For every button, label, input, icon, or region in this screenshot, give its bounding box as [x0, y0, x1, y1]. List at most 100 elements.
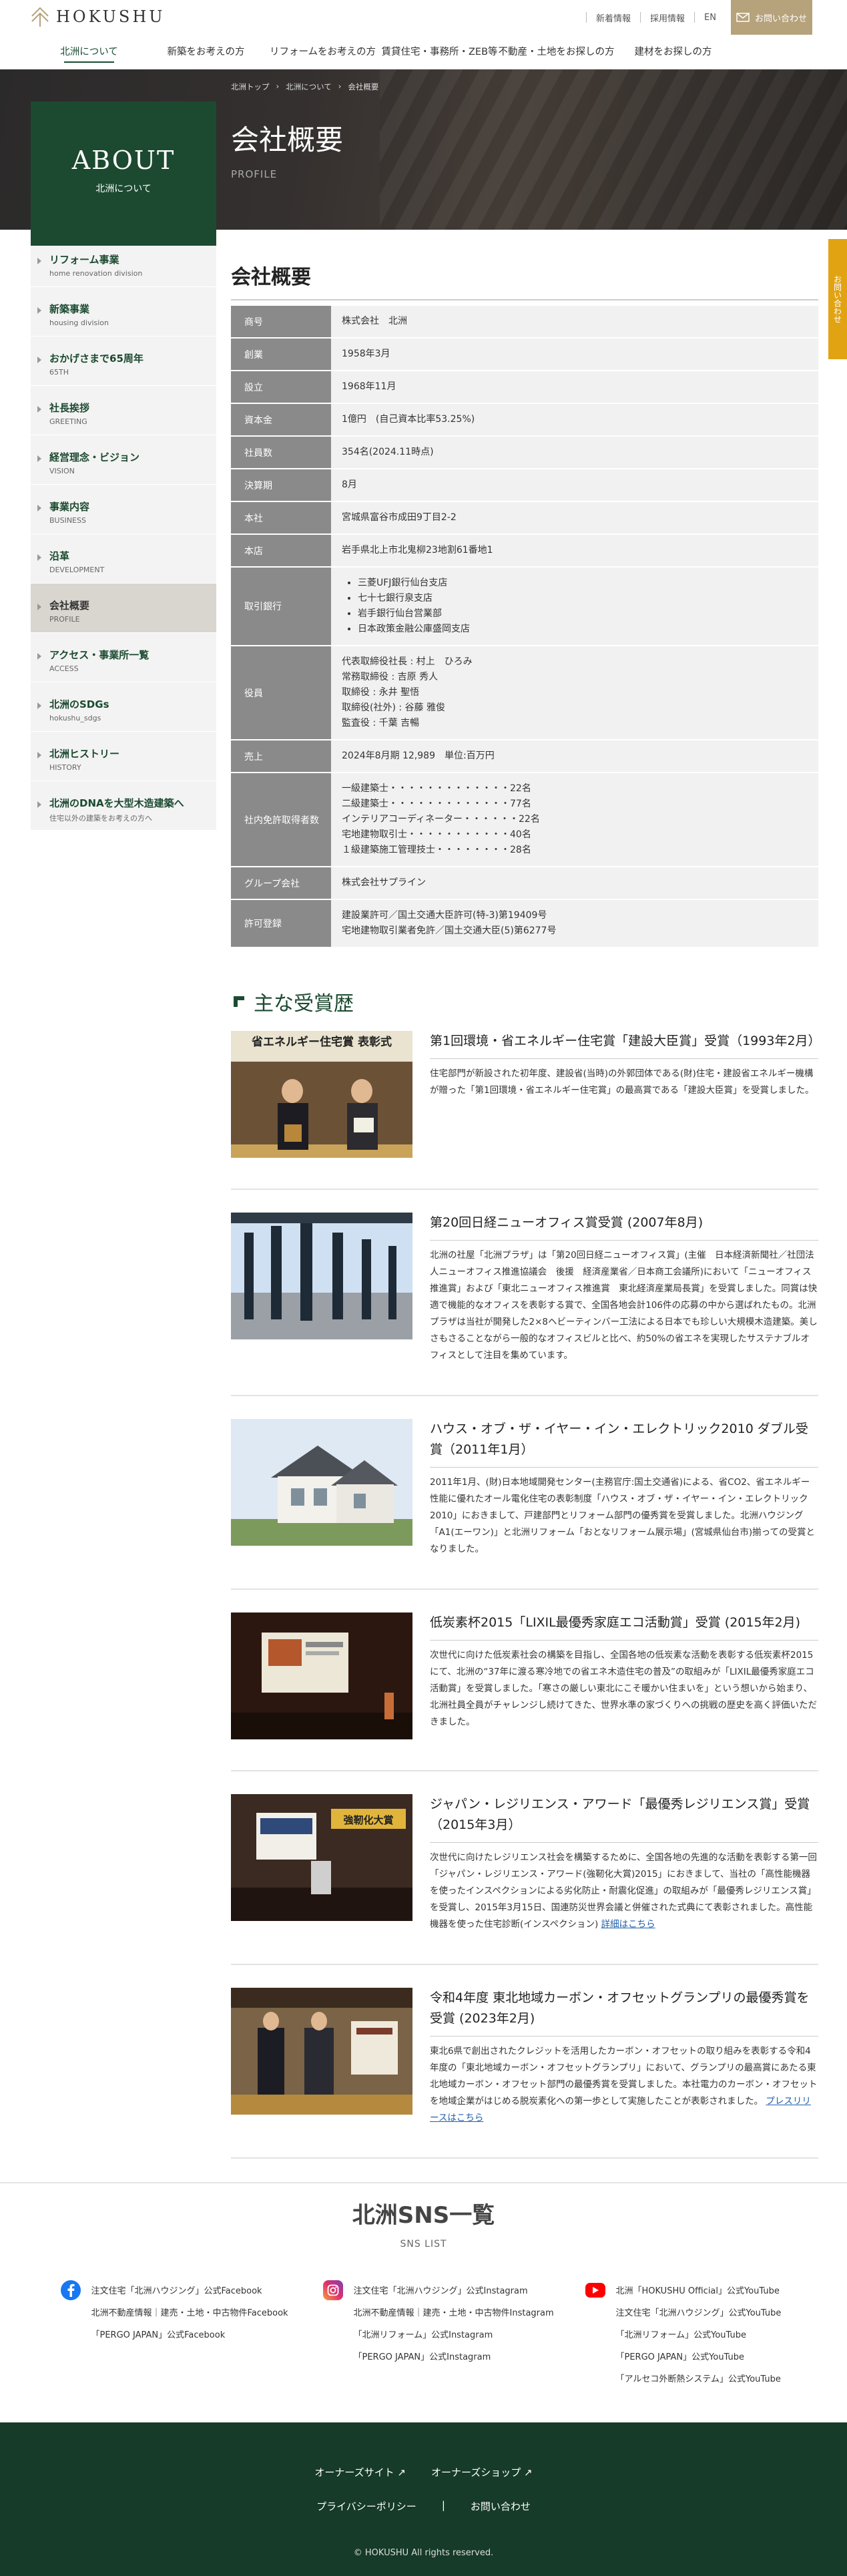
cell-value: 2024年8月期 12,989 単位:百万円 [342, 750, 495, 761]
awards-heading-wrap: 主な受賞歴 [231, 987, 818, 1016]
gnav-reform[interactable]: リフォームをお考えの方 [264, 35, 381, 69]
about-ja: 北洲について [95, 184, 152, 194]
breadcrumb-about[interactable]: 北洲について [286, 81, 332, 92]
row-label: 売上 [231, 740, 331, 773]
sidebar-item-label: 経営理念・ビジョン [49, 451, 140, 463]
photo-caption: 強靭化大賞 [343, 1814, 393, 1826]
awards-list: 省エネルギー住宅賞 表彰式 第1回環境・省エネルギー住宅賞「建設大臣賞」受賞（1… [231, 1031, 826, 2159]
cell-line: 取締役 : 永井 聖悟 [342, 687, 420, 698]
sidebar-item[interactable]: 北洲のSDGs hokushu_sdgs [31, 682, 216, 732]
site-footer: オーナーズサイト ↗ オーナーズショップ ↗ プライバシーポリシー | お問い合… [0, 2422, 847, 2576]
award-body: 第20回日経ニューオフィス賞受賞 (2007年8月) 北洲の社屋「北洲プラザ」は… [430, 1213, 818, 1364]
sidebar-item-label: 北洲ヒストリー [49, 748, 120, 760]
row-label: 設立 [231, 371, 331, 404]
cell-line: 建設業許可／国土交通大臣許可(特-3)第19409号 [342, 910, 547, 921]
row-value: 2024年8月期 12,989 単位:百万円 [331, 740, 818, 773]
award-description: 次世代に向けた低炭素社会の構築を目指し、全国各地の低炭素な活動を表彰する低炭素杯… [430, 1650, 817, 1727]
instagram-link[interactable]: 「PERGO JAPAN」公式Instagram [354, 2346, 554, 2368]
award-description: 住宅部門が新設された初年度、建設省(当時)の外郭団体である(財)住宅・建設省エネ… [430, 1068, 814, 1096]
award-photo: 強靭化大賞 [231, 1794, 412, 1921]
english-link[interactable]: EN [704, 13, 716, 23]
instagram-link[interactable]: 注文住宅「北洲ハウジング」公式Instagram [354, 2280, 554, 2302]
youtube-link[interactable]: 「北洲リフォーム」公式YouTube [616, 2324, 782, 2346]
breadcrumb-home[interactable]: 北洲トップ [231, 81, 270, 92]
facebook-link[interactable]: 注文住宅「北洲ハウジング」公式Facebook [91, 2280, 288, 2302]
sidebar-item[interactable]: 新築事業 housing division [31, 287, 216, 337]
row-value: 8月 [331, 469, 818, 502]
copyright: © HOKUSHU All rights reserved. [353, 2548, 494, 2558]
breadcrumb: 北洲トップ › 北洲について › 会社概要 [231, 81, 378, 92]
recruit-link[interactable]: 採用情報 [650, 11, 685, 24]
gnav-about[interactable]: 北洲について [31, 35, 148, 69]
table-row: 本店 岩手県北上市北鬼柳23地割61番地1 [231, 534, 818, 568]
external-link-icon: ↗ [397, 2466, 406, 2479]
sidebar-item[interactable]: アクセス・事業所一覧 ACCESS [31, 633, 216, 682]
gnav-rental[interactable]: 賃貸住宅・事務所・ZEB等 [381, 35, 498, 69]
youtube-link[interactable]: 注文住宅「北洲ハウジング」公式YouTube [616, 2302, 782, 2324]
sidebar-item-sublabel: home renovation division [49, 269, 143, 278]
sidebar-item[interactable]: 経営理念・ビジョン VISION [31, 435, 216, 485]
sidebar-item[interactable]: 社長挨拶 GREETING [31, 386, 216, 435]
award-item: 低炭素杯2015「LIXIL最優秀家庭エコ活動賞」受賞 (2015年2月) 次世… [231, 1613, 818, 1771]
row-label: 資本金 [231, 403, 331, 437]
youtube-link[interactable]: 「アルセコ外断熱システム」公式YouTube [616, 2368, 782, 2390]
row-label: 取引銀行 [231, 567, 331, 646]
privacy-policy-link[interactable]: プライバシーポリシー [316, 2499, 416, 2513]
row-value: 一級建築士・・・・・・・・・・・・・22名 二級建築士・・・・・・・・・・・・・7… [331, 773, 818, 867]
sidebar-item-label: リフォーム事業 [49, 254, 119, 266]
list-item: 日本政策金融公庫盛岡支店 [358, 622, 808, 637]
sidebar-item-sublabel: VISION [49, 467, 75, 475]
sidebar-item[interactable]: 会社概要 PROFILE [31, 584, 216, 633]
sidebar-item[interactable]: 北洲ヒストリー HISTORY [31, 732, 216, 781]
gnav-real-estate[interactable]: 不動産・土地をお探しの方 [498, 35, 615, 69]
sidebar-item-sublabel: HISTORY [49, 763, 81, 772]
sns-section: 北洲SNS一覧 SNS LIST 注文住宅「北洲ハウジング」公式Facebook… [0, 2197, 847, 2390]
sidebar-item-sublabel: GREETING [49, 417, 87, 426]
sidebar-item[interactable]: おかげさまで65周年 65TH [31, 337, 216, 386]
instagram-link[interactable]: 北洲不動産情報｜建売・土地・中古物件Instagram [354, 2302, 554, 2324]
contact-button[interactable]: お問い合わせ [731, 0, 812, 35]
row-label: 社内免許取得者数 [231, 773, 331, 867]
cell-line: 一級建築士・・・・・・・・・・・・・22名 [342, 783, 531, 794]
owners-shop-link[interactable]: オーナーズショップ ↗ [431, 2465, 533, 2479]
footer-contact-link[interactable]: お問い合わせ [471, 2499, 531, 2513]
sns-subtitle: SNS LIST [400, 2239, 447, 2249]
table-row: 資本金 1億円 (自己資本比率53.25%) [231, 403, 818, 437]
news-link[interactable]: 新着情報 [596, 11, 631, 24]
cell-line: 宅地建物取引士・・・・・・・・・・・40名 [342, 829, 531, 840]
owners-site-link[interactable]: オーナーズサイト ↗ [314, 2465, 406, 2479]
row-value: 建設業許可／国土交通大臣許可(特-3)第19409号 宅地建物取引業者免許／国土交… [331, 899, 818, 948]
cell-value: 株式会社 北洲 [342, 316, 407, 327]
award-detail-link[interactable]: 詳細はこちら [601, 1919, 655, 1930]
facebook-link[interactable]: 「PERGO JAPAN」公式Facebook [91, 2324, 288, 2346]
mail-icon [736, 13, 750, 22]
sidebar-item-sublabel: DEVELOPMENT [49, 566, 105, 574]
side-contact-tab[interactable]: お問い合わせ [828, 239, 847, 359]
table-row: 役員 代表取締役社長 : 村上 ひろみ 常務取締役 : 吉原 秀人 取締役 : 永井 … [231, 646, 818, 740]
row-value: 1968年11月 [331, 371, 818, 404]
row-value: 1958年3月 [331, 338, 818, 371]
row-label: 許可登録 [231, 899, 331, 948]
instagram-link[interactable]: 「北洲リフォーム」公式Instagram [354, 2324, 554, 2346]
sidebar-item-sublabel: 65TH [49, 368, 69, 377]
sidebar-item[interactable]: 北洲のDNAを大型木造建築へ 住宅以外の建築をお考えの方へ [31, 781, 216, 831]
cell-value: 株式会社サプライン [342, 877, 426, 888]
sidebar-item-sublabel: BUSINESS [49, 516, 86, 525]
award-title: ジャパン・レジリエンス・アワード「最優秀レジリエンス賞」受賞（2015年3月） [430, 1794, 818, 1843]
award-description: 次世代に向けたレジリエンス社会を構築するために、全国各地の先進的な活動を表彰する… [430, 1852, 817, 1930]
gnav-new-build[interactable]: 新築をお考えの方 [148, 35, 264, 69]
row-value: 三菱UFJ銀行仙台支店七十七銀行泉支店岩手銀行仙台営業部日本政策金融公庫盛岡支店 [331, 567, 818, 646]
divider [640, 12, 641, 23]
sidebar-item[interactable]: 事業内容 BUSINESS [31, 485, 216, 534]
instagram-icon [322, 2280, 343, 2300]
award-item: 第20回日経ニューオフィス賞受賞 (2007年8月) 北洲の社屋「北洲プラザ」は… [231, 1213, 818, 1396]
table-row: 本社 宮城県富谷市成田9丁目2-2 [231, 501, 818, 535]
sidebar-item[interactable]: 沿革 DEVELOPMENT [31, 534, 216, 584]
facebook-link[interactable]: 北洲不動産情報｜建売・土地・中古物件Facebook [91, 2302, 288, 2324]
youtube-link[interactable]: 北洲「HOKUSHU Official」公式YouTube [616, 2280, 782, 2302]
logo[interactable]: HOKUSHU [31, 5, 166, 28]
gnav-materials[interactable]: 建材をお探しの方 [615, 35, 732, 69]
list-item: 岩手銀行仙台営業部 [358, 606, 808, 622]
youtube-link[interactable]: 「PERGO JAPAN」公式YouTube [616, 2346, 782, 2368]
cell-value: 8月 [342, 479, 357, 490]
